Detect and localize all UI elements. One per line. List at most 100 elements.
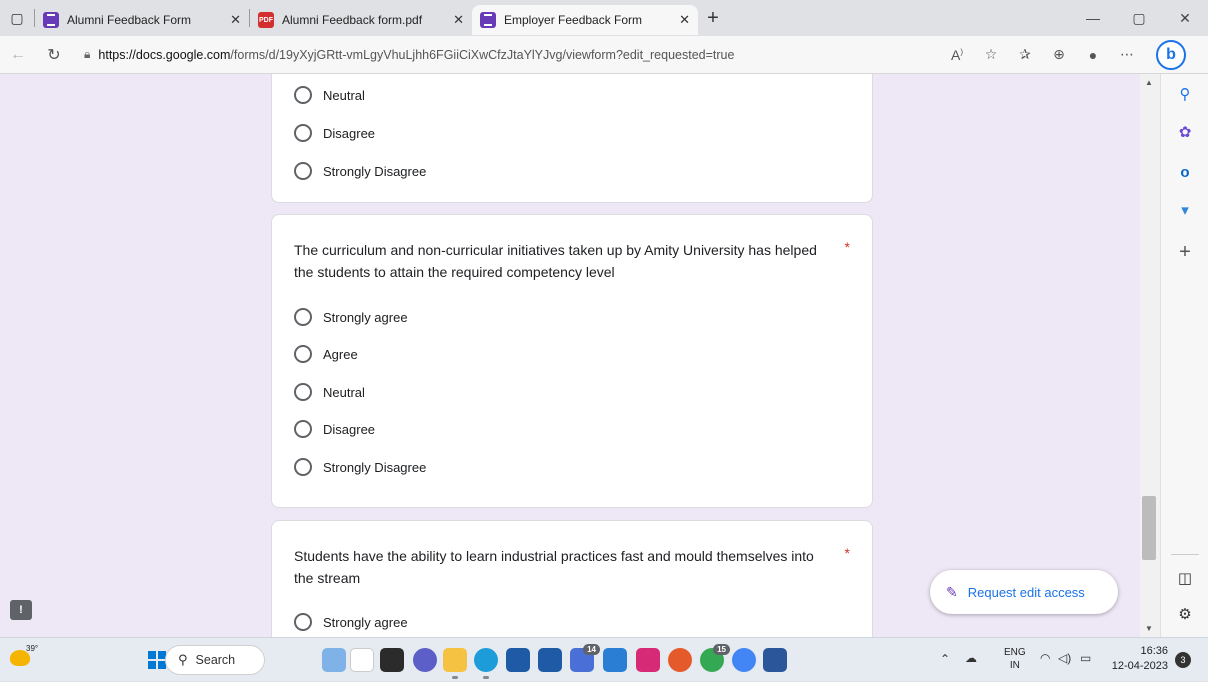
scroll-up-arrow-icon[interactable]: ▲ [1145, 78, 1153, 87]
close-icon[interactable]: ✕ [220, 12, 241, 28]
widgets-app-icon[interactable] [350, 648, 374, 672]
minimize-icon[interactable]: — [1070, 0, 1116, 36]
chrome-profile-icon[interactable]: 15 [700, 644, 730, 672]
radio-option-strongly-agree[interactable]: Strongly agree [294, 610, 408, 634]
radio-button[interactable] [294, 308, 312, 326]
scroll-down-arrow-icon[interactable]: ▼ [1145, 624, 1153, 633]
close-window-icon[interactable]: ✕ [1162, 0, 1208, 36]
forms-icon [43, 12, 59, 28]
drop-icon[interactable]: ▾ [1175, 200, 1195, 220]
taskbar-search[interactable]: ⚲ Search [165, 645, 265, 675]
photos-app-icon[interactable] [322, 648, 346, 672]
edge-browser-icon[interactable] [474, 648, 498, 679]
windows-start-icon[interactable] [148, 651, 166, 669]
battery-icon[interactable]: ▭ [1080, 651, 1091, 665]
tab-title: Alumni Feedback Form [67, 13, 192, 27]
radio-option-strongly-disagree[interactable]: Strongly Disagree [294, 455, 426, 479]
mail-app-icon[interactable] [538, 648, 562, 672]
pdf-icon: PDF [258, 12, 274, 28]
report-feedback-icon[interactable]: ! [10, 600, 32, 620]
bing-chat-icon[interactable]: b [1156, 39, 1186, 70]
wifi-icon[interactable]: ◠ [1040, 651, 1050, 665]
onedrive-icon[interactable]: ☁ [965, 651, 977, 665]
radio-button[interactable] [294, 420, 312, 438]
new-tab-button[interactable]: + [698, 7, 728, 30]
tab-employer-feedback-form[interactable]: Employer Feedback Form ✕ [472, 5, 698, 35]
close-icon[interactable]: ✕ [669, 12, 690, 28]
refresh-icon[interactable]: ↻ [36, 45, 72, 65]
back-arrow-icon[interactable]: ← [0, 46, 36, 64]
shopping-icon[interactable]: ✿ [1175, 122, 1195, 142]
option-label: Disagree [323, 125, 376, 141]
file-explorer-icon[interactable] [443, 648, 467, 679]
scroll-thumb[interactable] [1142, 496, 1156, 560]
lang-line2: IN [1009, 660, 1020, 671]
teams-chat-icon[interactable] [413, 648, 437, 672]
restore-icon[interactable]: ▢ [1116, 0, 1162, 36]
address-actions: A) ☆ ✰ ⊕ ● ⋯ [940, 46, 1144, 63]
read-aloud-icon[interactable]: A) [940, 47, 974, 63]
radio-button[interactable] [294, 345, 312, 363]
radio-option-neutral[interactable]: Neutral [294, 380, 365, 404]
radio-button[interactable] [294, 86, 312, 104]
request-edit-access-button[interactable]: ✎ Request edit access [930, 570, 1118, 614]
radio-button[interactable] [294, 383, 312, 401]
forms-icon [480, 12, 496, 28]
pencil-icon: ✎ [946, 583, 958, 600]
close-icon[interactable]: ✕ [443, 12, 464, 28]
running-indicator [483, 676, 489, 679]
hide-sidebar-icon[interactable]: ◫ [1175, 568, 1195, 588]
system-clock[interactable]: 16:36 12-04-2023 [1106, 644, 1168, 674]
tab-title: Employer Feedback Form [504, 13, 643, 27]
clock-date: 12-04-2023 [1111, 660, 1168, 672]
instagram-icon[interactable] [636, 648, 660, 672]
window-controls: — ▢ ✕ [1070, 0, 1208, 36]
option-label: Strongly Disagree [323, 163, 427, 179]
page-scrollbar[interactable]: ▲ ▼ [1140, 74, 1160, 637]
radio-button[interactable] [294, 162, 312, 180]
chrome-profile-icon[interactable] [668, 648, 692, 672]
chrome-profile-icon[interactable] [732, 648, 756, 672]
store-app-icon[interactable] [506, 648, 530, 672]
option-label: Strongly Disagree [323, 459, 427, 475]
option-label: Agree [323, 346, 358, 362]
profile-icon[interactable]: ● [1076, 47, 1110, 63]
question-card: The curriculum and non-curricular initia… [271, 214, 873, 508]
chat-app-icon[interactable]: 14 [570, 644, 600, 672]
settings-gear-icon[interactable]: ⚙ [1175, 604, 1195, 624]
file-app-icon[interactable] [380, 648, 404, 672]
radio-option-neutral[interactable]: Neutral [294, 83, 365, 107]
question-card: Students have the ability to learn indus… [271, 520, 873, 637]
language-indicator[interactable]: ENG IN [1004, 646, 1026, 672]
show-hidden-icons-icon[interactable]: ⌃ [940, 652, 950, 666]
tab-alumni-feedback-form[interactable]: Alumni Feedback Form ✕ [35, 5, 249, 35]
more-menu-icon[interactable]: ⋯ [1110, 46, 1144, 63]
tab-actions-menu-icon[interactable]: ▢ [0, 0, 34, 36]
lock-icon: 🔒︎ [84, 47, 91, 61]
notification-count-badge[interactable]: 3 [1175, 652, 1191, 668]
radio-option-disagree[interactable]: Disagree [294, 417, 375, 441]
address-bar[interactable]: 🔒︎ https://docs.google.com/forms/d/19yXy… [72, 40, 862, 69]
tab-alumni-feedback-pdf[interactable]: PDF Alumni Feedback form.pdf ✕ [250, 5, 472, 35]
option-label: Strongly agree [323, 614, 408, 630]
sidebar-divider [1171, 554, 1199, 555]
radio-option-strongly-agree[interactable]: Strongly agree [294, 305, 408, 329]
volume-icon[interactable]: ◁) [1058, 651, 1071, 665]
radio-button[interactable] [294, 458, 312, 476]
todo-app-icon[interactable] [603, 648, 627, 672]
favorites-icon[interactable]: ✰ [1008, 46, 1042, 63]
word-app-icon[interactable] [763, 648, 787, 672]
search-icon[interactable]: ⚲ [1175, 84, 1195, 104]
radio-option-agree[interactable]: Agree [294, 342, 358, 366]
outlook-icon[interactable]: o [1175, 162, 1195, 182]
clock-time: 16:36 [1140, 645, 1168, 657]
weather-widget[interactable]: 39° [0, 638, 40, 682]
radio-button[interactable] [294, 613, 312, 631]
question-title: Students have the ability to learn indus… [294, 548, 814, 586]
radio-option-disagree[interactable]: Disagree [294, 121, 375, 145]
add-sidebar-app-icon[interactable]: + [1175, 241, 1195, 263]
radio-option-strongly-disagree[interactable]: Strongly Disagree [294, 159, 426, 183]
add-favorite-icon[interactable]: ☆ [974, 46, 1008, 63]
radio-button[interactable] [294, 124, 312, 142]
collections-icon[interactable]: ⊕ [1042, 46, 1076, 63]
